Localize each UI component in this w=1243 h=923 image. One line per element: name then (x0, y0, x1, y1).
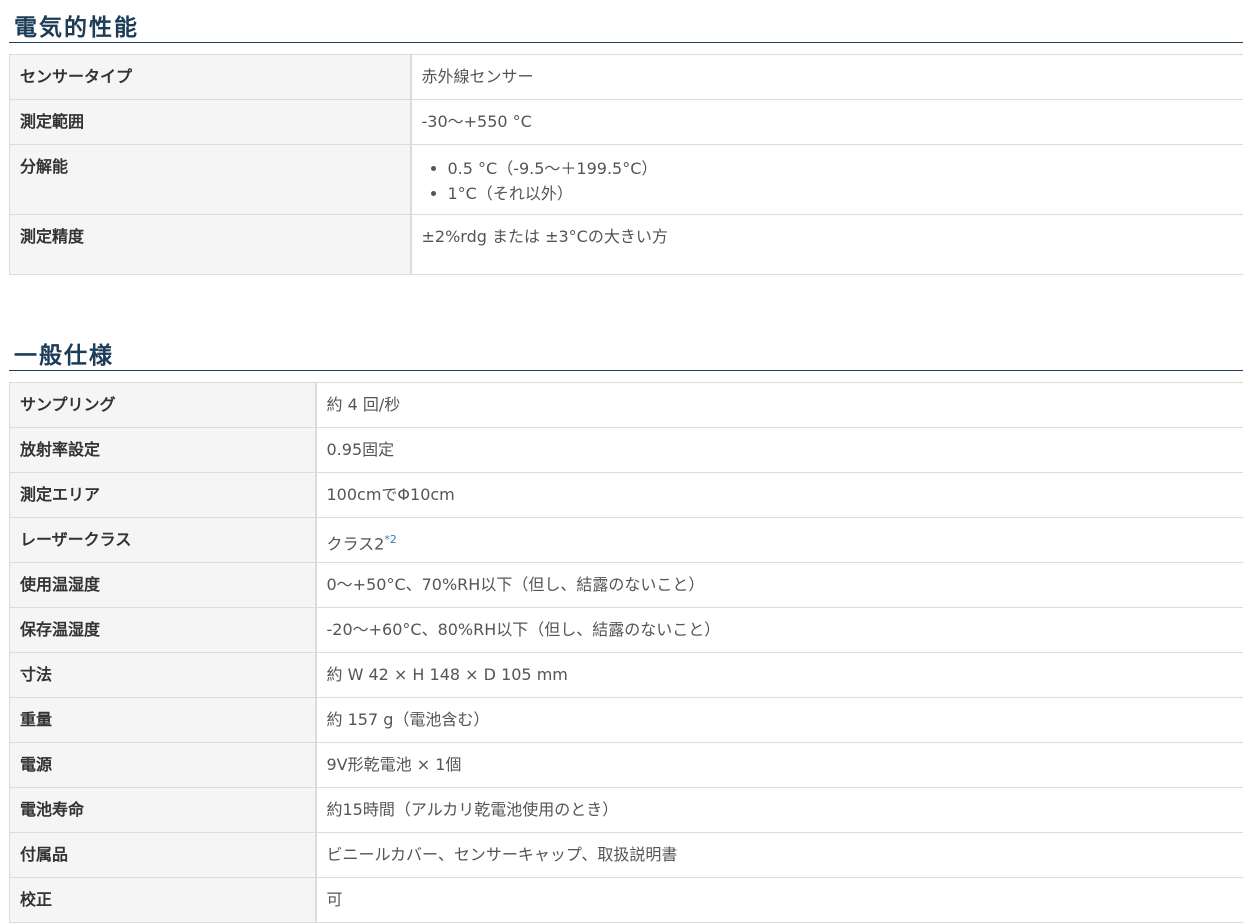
row-label: 電池寿命 (10, 788, 316, 833)
row-value: 可 (316, 878, 1243, 923)
row-label: センサータイプ (10, 55, 411, 100)
section-divider (9, 42, 1243, 43)
list-item: 0.5 °C（-9.5～＋199.5°C） (448, 156, 1234, 181)
row-label: 測定精度 (10, 215, 411, 275)
row-label: 放射率設定 (10, 428, 316, 473)
row-value: クラス2*2 (316, 518, 1243, 563)
resolution-list: 0.5 °C（-9.5～＋199.5°C） 1°C（それ以外） (422, 145, 1234, 206)
table-row: 使用温湿度 0～+50°C、70%RH以下（但し、結露のないこと） (10, 563, 1243, 608)
row-label: 分解能 (10, 145, 411, 215)
table-row: 付属品 ビニールカバー、センサーキャップ、取扱説明書 (10, 833, 1243, 878)
row-label: サンプリング (10, 383, 316, 428)
laser-class-value: クラス2 (327, 534, 385, 553)
section-divider (9, 370, 1243, 371)
table-row: 放射率設定 0.95固定 (10, 428, 1243, 473)
row-label: 付属品 (10, 833, 316, 878)
row-value: -30～+550 °C (411, 100, 1243, 145)
row-label: 使用温湿度 (10, 563, 316, 608)
row-label: 測定エリア (10, 473, 316, 518)
table-row: 校正 可 (10, 878, 1243, 923)
row-value: ±2%rdg または ±3°Cの大きい方 (411, 215, 1243, 275)
row-value: -20～+60°C、80%RH以下（但し、結露のないこと） (316, 608, 1243, 653)
row-value: 0～+50°C、70%RH以下（但し、結露のないこと） (316, 563, 1243, 608)
row-value: 約15時間（アルカリ乾電池使用のとき） (316, 788, 1243, 833)
row-label: 重量 (10, 698, 316, 743)
table-row: 重量 約 157 g（電池含む） (10, 698, 1243, 743)
table-row: センサータイプ 赤外線センサー (10, 55, 1243, 100)
row-value: 約 157 g（電池含む） (316, 698, 1243, 743)
table-row: 保存温湿度 -20～+60°C、80%RH以下（但し、結露のないこと） (10, 608, 1243, 653)
table-row: 分解能 0.5 °C（-9.5～＋199.5°C） 1°C（それ以外） (10, 145, 1243, 215)
table-row: 寸法 約 W 42 × H 148 × D 105 mm (10, 653, 1243, 698)
section-title-general: 一般仕様 (14, 336, 114, 370)
row-label: 保存温湿度 (10, 608, 316, 653)
row-value: 0.95固定 (316, 428, 1243, 473)
row-value: ビニールカバー、センサーキャップ、取扱説明書 (316, 833, 1243, 878)
electrical-spec-table: センサータイプ 赤外線センサー 測定範囲 -30～+550 °C 分解能 0.5… (9, 54, 1243, 275)
table-row: レーザークラス クラス2*2 (10, 518, 1243, 563)
row-value: 100cmでΦ10cm (316, 473, 1243, 518)
row-label: 測定範囲 (10, 100, 411, 145)
row-label: レーザークラス (10, 518, 316, 563)
row-value: 赤外線センサー (411, 55, 1243, 100)
table-row: サンプリング 約 4 回/秒 (10, 383, 1243, 428)
row-label: 電源 (10, 743, 316, 788)
table-row: 電池寿命 約15時間（アルカリ乾電池使用のとき） (10, 788, 1243, 833)
row-value: 約 W 42 × H 148 × D 105 mm (316, 653, 1243, 698)
table-row: 測定エリア 100cmでΦ10cm (10, 473, 1243, 518)
general-spec-table: サンプリング 約 4 回/秒 放射率設定 0.95固定 測定エリア 100cmで… (9, 382, 1243, 923)
row-value: 約 4 回/秒 (316, 383, 1243, 428)
footnote-link[interactable]: *2 (384, 533, 397, 546)
table-row: 測定精度 ±2%rdg または ±3°Cの大きい方 (10, 215, 1243, 275)
list-item: 1°C（それ以外） (448, 181, 1234, 206)
row-value: 0.5 °C（-9.5～＋199.5°C） 1°C（それ以外） (411, 145, 1243, 215)
table-row: 測定範囲 -30～+550 °C (10, 100, 1243, 145)
row-label: 校正 (10, 878, 316, 923)
row-label: 寸法 (10, 653, 316, 698)
row-value: 9V形乾電池 × 1個 (316, 743, 1243, 788)
section-title-electrical: 電気的性能 (14, 8, 139, 42)
table-row: 電源 9V形乾電池 × 1個 (10, 743, 1243, 788)
